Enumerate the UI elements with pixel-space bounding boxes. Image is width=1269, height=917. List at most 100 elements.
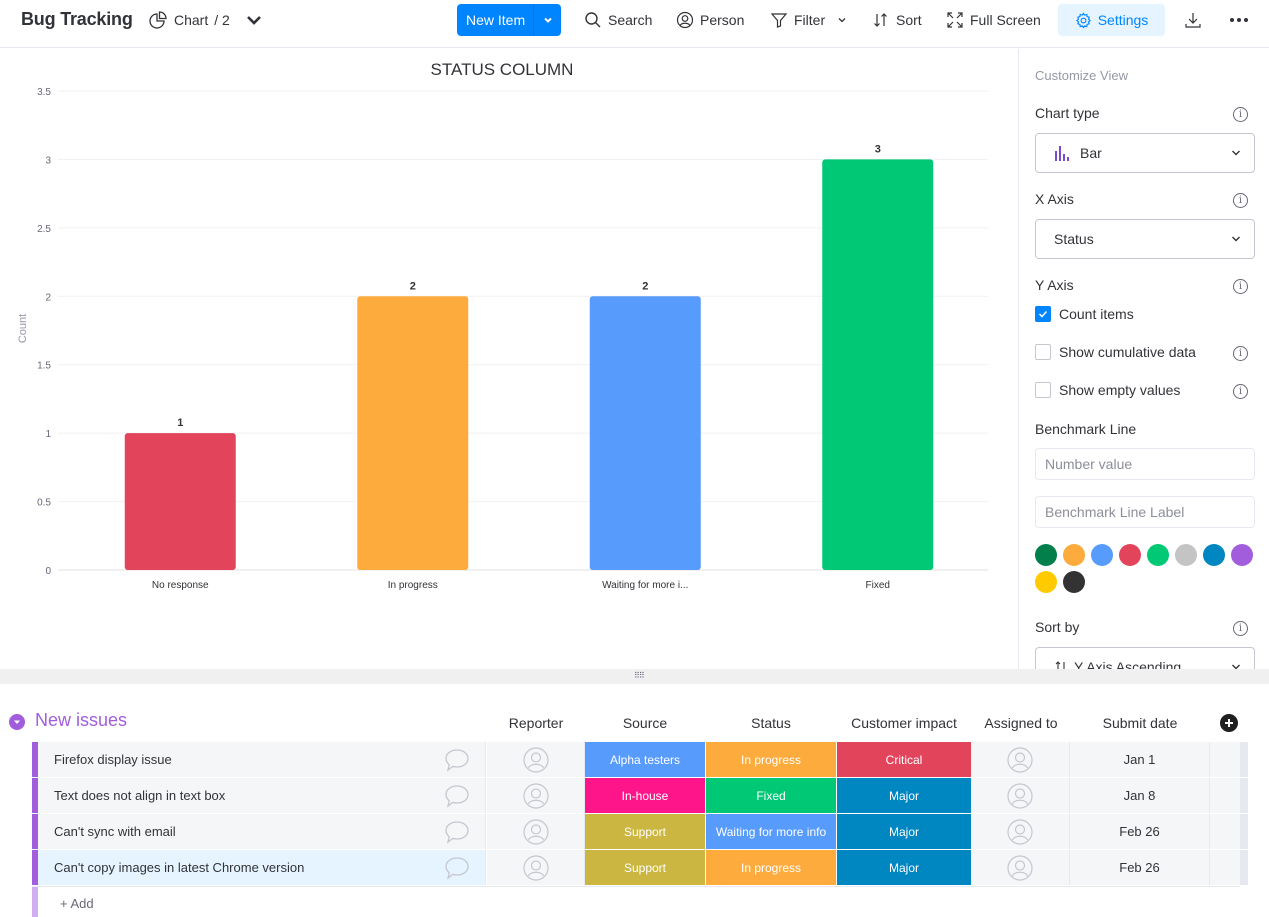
table-row[interactable]: Can't sync with email Support Waiting for …: [32, 814, 1248, 849]
person-filter-button[interactable]: Person: [676, 10, 744, 30]
search-button[interactable]: Search: [584, 10, 652, 30]
submit-date-cell[interactable]: Feb 26: [1070, 814, 1210, 849]
view-switcher[interactable]: Chart / 2: [148, 10, 264, 30]
customer-impact-cell[interactable]: Major: [837, 814, 971, 849]
color-swatch[interactable]: [1035, 571, 1057, 593]
info-icon[interactable]: i: [1233, 107, 1248, 122]
filter-button[interactable]: Filter: [770, 10, 847, 30]
status-cell[interactable]: Waiting for more info: [706, 814, 837, 849]
reporter-cell[interactable]: [487, 814, 585, 849]
status-cell[interactable]: Fixed: [706, 778, 837, 813]
board-table: New issues Reporter Source Status Custom…: [0, 684, 1269, 917]
assigned-to-cell[interactable]: [971, 814, 1070, 849]
person-label: Person: [700, 12, 745, 28]
person-avatar-icon: [522, 854, 549, 881]
group-collapse-toggle[interactable]: [9, 714, 25, 730]
add-update-button[interactable]: [444, 856, 470, 880]
new-item-dropdown[interactable]: [534, 4, 561, 36]
item-name[interactable]: Text does not align in text box: [38, 778, 486, 813]
comment-icon: [445, 785, 469, 808]
resize-splitter[interactable]: ⠿⠿: [0, 669, 1269, 684]
submit-date-cell[interactable]: Feb 26: [1070, 850, 1210, 885]
add-column-button[interactable]: [1220, 714, 1238, 732]
source-cell[interactable]: In-house: [585, 778, 706, 813]
column-header-reporter[interactable]: Reporter: [486, 715, 586, 731]
color-swatch[interactable]: [1091, 544, 1113, 566]
info-icon[interactable]: i: [1233, 384, 1248, 399]
bar-chart-icon: [1055, 146, 1069, 161]
column-header-assigned-to[interactable]: Assigned to: [971, 715, 1071, 731]
add-update-button[interactable]: [444, 784, 470, 808]
new-item-button[interactable]: New Item: [457, 4, 561, 36]
cumulative-checkbox[interactable]: Show cumulative data: [1035, 344, 1196, 360]
add-item-row[interactable]: + Add: [32, 886, 1240, 917]
submit-date-cell[interactable]: Jan 1: [1070, 742, 1210, 777]
column-header-status[interactable]: Status: [706, 715, 836, 731]
settings-button[interactable]: Settings: [1058, 4, 1165, 36]
customer-impact-cell[interactable]: Major: [837, 778, 971, 813]
chevron-down-icon: [1232, 236, 1240, 242]
info-icon[interactable]: i: [1233, 193, 1248, 208]
empty-values-checkbox[interactable]: Show empty values: [1035, 382, 1180, 398]
add-item-label[interactable]: + Add: [60, 896, 94, 911]
item-name[interactable]: Firefox display issue: [38, 742, 486, 777]
color-swatch[interactable]: [1175, 544, 1197, 566]
column-header-customer-impact[interactable]: Customer impact: [837, 715, 971, 731]
customer-impact-cell[interactable]: Major: [837, 850, 971, 885]
info-icon[interactable]: i: [1233, 346, 1248, 361]
column-header-submit-date[interactable]: Submit date: [1070, 715, 1210, 731]
color-swatch[interactable]: [1063, 544, 1085, 566]
info-icon[interactable]: i: [1233, 621, 1248, 636]
status-cell[interactable]: In progress: [706, 850, 837, 885]
source-cell[interactable]: Support: [585, 814, 706, 849]
benchmark-value-input[interactable]: [1035, 448, 1255, 480]
chart-type-select[interactable]: Bar: [1035, 133, 1255, 173]
reporter-cell[interactable]: [487, 850, 585, 885]
reporter-cell[interactable]: [487, 778, 585, 813]
checkbox-unchecked[interactable]: [1035, 344, 1051, 360]
table-row[interactable]: Text does not align in text box In-house F…: [32, 778, 1248, 813]
checkbox-unchecked[interactable]: [1035, 382, 1051, 398]
count-items-checkbox[interactable]: Count items: [1035, 306, 1134, 322]
item-name[interactable]: Can't sync with email: [38, 814, 486, 849]
status-cell[interactable]: In progress: [706, 742, 837, 777]
chevron-down-icon: [838, 18, 846, 23]
submit-date-cell[interactable]: Jan 8: [1070, 778, 1210, 813]
source-cell[interactable]: Support: [585, 850, 706, 885]
item-name[interactable]: Can't copy images in latest Chrome versi…: [38, 850, 486, 885]
customer-impact-cell[interactable]: Critical: [837, 742, 971, 777]
chart-type-value: Bar: [1080, 145, 1102, 161]
table-row[interactable]: Firefox display issue Alpha testers In pro…: [32, 742, 1248, 777]
checkbox-checked[interactable]: [1035, 306, 1051, 322]
color-swatch[interactable]: [1063, 571, 1085, 593]
group-title[interactable]: New issues: [35, 710, 127, 731]
sort-button[interactable]: Sort: [872, 10, 922, 30]
drag-handle-icon[interactable]: ⠿⠿: [634, 672, 645, 680]
color-swatch[interactable]: [1203, 544, 1225, 566]
y-axis-label: Y Axis: [1035, 277, 1074, 293]
download-button[interactable]: [1184, 10, 1202, 30]
group-color-bar: [32, 887, 38, 917]
bar-value-label: 1: [177, 417, 183, 429]
source-cell[interactable]: Alpha testers: [585, 742, 706, 777]
person-avatar-icon: [1007, 854, 1033, 881]
column-header-source[interactable]: Source: [585, 715, 705, 731]
add-update-button[interactable]: [444, 748, 470, 772]
assigned-to-cell[interactable]: [971, 742, 1070, 777]
assigned-to-cell[interactable]: [971, 850, 1070, 885]
color-swatch[interactable]: [1147, 544, 1169, 566]
table-row[interactable]: Can't copy images in latest Chrome versi…: [32, 850, 1248, 885]
y-tick-label: 3.5: [37, 87, 51, 98]
color-swatch[interactable]: [1119, 544, 1141, 566]
fullscreen-button[interactable]: Full Screen: [946, 10, 1041, 30]
more-options-button[interactable]: [1228, 10, 1250, 30]
info-icon[interactable]: i: [1233, 279, 1248, 294]
reporter-cell[interactable]: [487, 742, 585, 777]
sort-by-select[interactable]: Y Axis Ascending: [1035, 647, 1255, 669]
assigned-to-cell[interactable]: [971, 778, 1070, 813]
color-swatch[interactable]: [1035, 544, 1057, 566]
color-swatch[interactable]: [1231, 544, 1253, 566]
benchmark-label-input[interactable]: [1035, 496, 1255, 528]
x-axis-select[interactable]: Status: [1035, 219, 1255, 259]
add-update-button[interactable]: [444, 820, 470, 844]
